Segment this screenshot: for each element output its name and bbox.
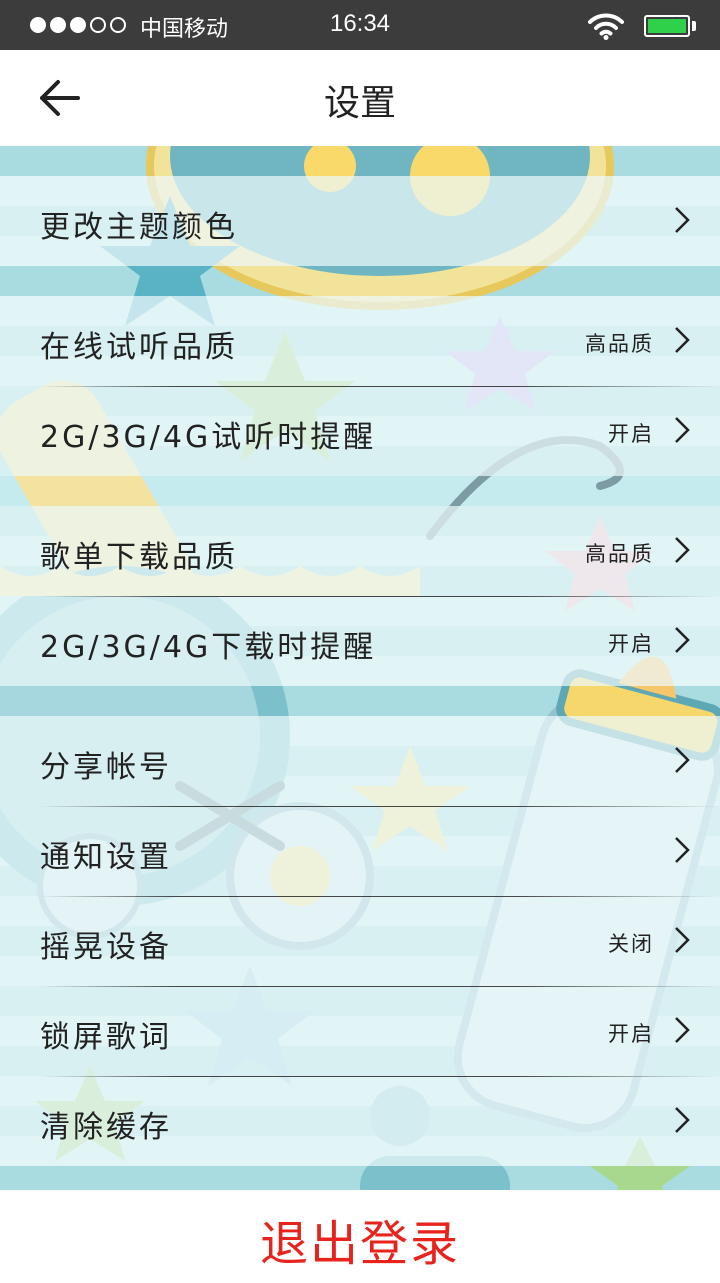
chevron-right-icon bbox=[675, 837, 690, 863]
settings-group-general: 分享帐号 通知设置 摇晃设备 关闭 锁屏歌词 开启 清除缓存 bbox=[0, 716, 720, 1166]
chevron-right-icon bbox=[675, 207, 690, 233]
listen-network-alert-label: 2G/3G/4G试听时提醒 bbox=[40, 420, 377, 455]
download-network-alert-label: 2G/3G/4G下载时提醒 bbox=[40, 630, 377, 665]
download-quality-label: 歌单下载品质 bbox=[40, 540, 238, 575]
settings-group-listen: 在线试听品质 高品质 2G/3G/4G试听时提醒 开启 bbox=[0, 296, 720, 476]
listen-network-alert-item[interactable]: 2G/3G/4G试听时提醒 开启 bbox=[0, 386, 720, 476]
clear-cache-label: 清除缓存 bbox=[40, 1110, 172, 1145]
notification-settings-label: 通知设置 bbox=[40, 840, 172, 875]
lock-screen-lyrics-label: 锁屏歌词 bbox=[40, 1020, 172, 1055]
shake-device-value: 关闭 bbox=[608, 932, 654, 956]
wifi-icon bbox=[588, 13, 624, 40]
listen-quality-value: 高品质 bbox=[585, 332, 654, 356]
theme-color-label: 更改主题颜色 bbox=[40, 210, 238, 245]
clear-cache-item[interactable]: 清除缓存 bbox=[0, 1076, 720, 1166]
chevron-right-icon bbox=[675, 327, 690, 353]
battery-level bbox=[648, 19, 686, 33]
share-account-item[interactable]: 分享帐号 bbox=[0, 716, 720, 806]
header-bar: 设置 bbox=[0, 50, 720, 146]
download-network-alert-value: 开启 bbox=[608, 632, 654, 656]
logout-button[interactable]: 退出登录 bbox=[0, 1204, 720, 1274]
settings-group-download: 歌单下载品质 高品质 2G/3G/4G下载时提醒 开启 bbox=[0, 506, 720, 686]
theme-color-item[interactable]: 更改主题颜色 bbox=[0, 176, 720, 266]
download-quality-value: 高品质 bbox=[585, 542, 654, 566]
battery-icon bbox=[644, 15, 690, 37]
chevron-right-icon bbox=[675, 417, 690, 443]
settings-group-theme: 更改主题颜色 bbox=[0, 176, 720, 266]
listen-quality-item[interactable]: 在线试听品质 高品质 bbox=[0, 296, 720, 386]
settings-content: 更改主题颜色 在线试听品质 高品质 2G/3G/4G试听时提醒 开启 歌单下载品… bbox=[0, 146, 720, 1190]
listen-quality-label: 在线试听品质 bbox=[40, 330, 238, 365]
chevron-right-icon bbox=[675, 927, 690, 953]
listen-network-alert-value: 开启 bbox=[608, 422, 654, 446]
shake-device-item[interactable]: 摇晃设备 关闭 bbox=[0, 896, 720, 986]
chevron-right-icon bbox=[675, 1107, 690, 1133]
shake-device-label: 摇晃设备 bbox=[40, 930, 172, 965]
page-title: 设置 bbox=[323, 83, 396, 124]
lock-screen-lyrics-value: 开启 bbox=[608, 1022, 654, 1046]
chevron-right-icon bbox=[675, 537, 690, 563]
share-account-label: 分享帐号 bbox=[40, 750, 172, 785]
chevron-right-icon bbox=[675, 1017, 690, 1043]
chevron-right-icon bbox=[675, 627, 690, 653]
download-network-alert-item[interactable]: 2G/3G/4G下载时提醒 开启 bbox=[0, 596, 720, 686]
back-button[interactable] bbox=[34, 74, 86, 122]
download-quality-item[interactable]: 歌单下载品质 高品质 bbox=[0, 506, 720, 596]
lock-screen-lyrics-item[interactable]: 锁屏歌词 开启 bbox=[0, 986, 720, 1076]
notification-settings-item[interactable]: 通知设置 bbox=[0, 806, 720, 896]
status-bar: 中国移动 16:34 bbox=[0, 0, 720, 50]
chevron-right-icon bbox=[675, 747, 690, 773]
logout-bar: 退出登录 bbox=[0, 1190, 720, 1283]
battery-cap bbox=[692, 21, 696, 31]
